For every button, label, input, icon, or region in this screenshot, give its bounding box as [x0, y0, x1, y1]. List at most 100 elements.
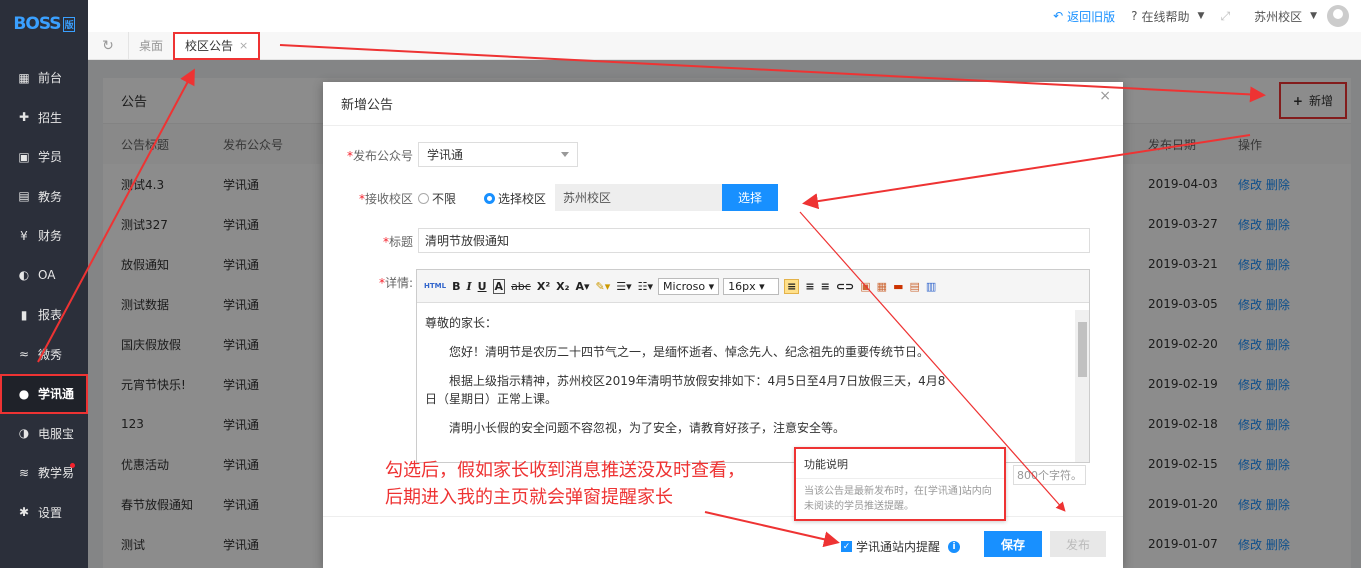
publish-label: 发布	[1065, 537, 1090, 552]
sidebar-item-label: 微秀	[38, 347, 63, 362]
link-icon[interactable]: ⊂⊃	[836, 280, 854, 293]
info-icon[interactable]: i	[948, 540, 961, 553]
close-icon[interactable]: ×	[1099, 88, 1111, 104]
dialog-header: 新增公告 ×	[323, 82, 1123, 126]
italic-icon[interactable]: I	[466, 280, 471, 293]
sidebar-item-label: 财务	[38, 229, 63, 244]
tab-campus-notice[interactable]: 校区公告 ×	[173, 31, 261, 60]
underline-icon[interactable]: U	[478, 280, 487, 293]
logo-text: BOSS	[13, 14, 61, 34]
campus-switcher[interactable]: 苏州校区 ▼	[1254, 8, 1317, 25]
highlight-icon[interactable]: ✎▾	[596, 280, 611, 293]
sidebar-item-label: 招生	[38, 110, 63, 125]
sidebar-item-finance[interactable]: ¥ 财务	[0, 216, 88, 256]
caret-down-icon	[561, 152, 569, 157]
sidebar-item-dianfubao[interactable]: ◑ 电服宝	[0, 414, 88, 454]
dialog-footer: ✓ 学讯通站内提醒 i 保存 发布	[323, 516, 1123, 568]
sidebar-item-weixiu[interactable]: ≈ 微秀	[0, 335, 88, 375]
sidebar-item-label: 前台	[38, 71, 63, 86]
publish-button[interactable]: 发布	[1050, 531, 1106, 557]
image-icon[interactable]: ▣	[860, 280, 870, 293]
superscript-icon[interactable]: X²	[537, 280, 550, 293]
sidebar-item-frontdesk[interactable]: ▦ 前台	[0, 58, 88, 98]
sidebar-nav: ▦ 前台 ✚ 招生 ▣ 学员 ▤ 教务 ¥ 财务 ◐ OA ▮ 报表 ≈ 微秀 ● 学讯通 ◑ 电服…	[0, 58, 88, 532]
toggle-icon: ◐	[18, 268, 30, 283]
save-button[interactable]: 保存	[984, 531, 1042, 557]
online-help-menu[interactable]: ? 在线帮助 ▼	[1131, 8, 1204, 25]
annotation-line: 后期进入我的主页就会弹窗提醒家长	[385, 487, 673, 508]
media-icon[interactable]: ▦	[877, 280, 887, 293]
align-center-icon[interactable]: ≡	[805, 280, 814, 293]
dialog-title: 新增公告	[341, 98, 394, 113]
bold-icon[interactable]: B	[452, 280, 460, 293]
checkbox-label: 学讯通站内提醒	[856, 540, 941, 554]
strikethrough-icon[interactable]: abc	[511, 280, 531, 293]
id-card-icon: ▣	[18, 149, 30, 164]
tab-desktop[interactable]: 桌面	[128, 31, 173, 60]
sidebar-item-label: 学讯通	[38, 387, 75, 402]
account-select[interactable]: 学讯通	[418, 142, 578, 167]
radio-label: 不限	[432, 191, 457, 206]
sidebar-item-label: 教学易	[38, 466, 75, 481]
sidebar-item-students[interactable]: ▣ 学员	[0, 137, 88, 177]
content-paragraph: 您好！清明节是农历二十四节气之一，是缅怀逝者、悼念先人、纪念祖先的重要传统节日。	[449, 345, 930, 359]
video-icon[interactable]: ▬	[893, 280, 903, 293]
editor-scrollbar[interactable]	[1075, 310, 1089, 462]
checkbox-checked-icon: ✓	[841, 541, 852, 552]
sidebar-item-oa[interactable]: ◐ OA	[0, 256, 88, 296]
help-icon: ?	[1131, 9, 1138, 23]
detail-label: *详情:	[378, 276, 413, 290]
radio-circle	[418, 192, 429, 204]
sidebar-item-reports[interactable]: ▮ 报表	[0, 295, 88, 335]
app-logo[interactable]: BOSS 版	[0, 0, 88, 48]
gear-icon: ✱	[18, 505, 30, 520]
sidebar-item-label: 教务	[38, 189, 63, 204]
save-icon[interactable]: ▥	[926, 280, 936, 293]
sidebar-item-xuexuntong[interactable]: ● 学讯通	[0, 374, 88, 414]
html-source-icon[interactable]: HTML	[424, 282, 446, 290]
radio-label: 选择校区	[498, 191, 547, 206]
ordered-list-icon[interactable]: ☰▾	[616, 280, 631, 293]
sidebar-item-settings[interactable]: ✱ 设置	[0, 493, 88, 533]
sidebar-item-academic[interactable]: ▤ 教务	[0, 177, 88, 217]
sidebar-item-label: 学员	[38, 150, 63, 165]
title-input[interactable]: 清明节放假通知	[418, 228, 1090, 253]
bar-chart-icon: ▮	[20, 307, 28, 322]
file-icon[interactable]: ▤	[909, 280, 919, 293]
caret-down-icon: ▼	[1310, 11, 1317, 21]
sidebar-item-enrollment[interactable]: ✚ 招生	[0, 98, 88, 138]
site-reminder-checkbox[interactable]: ✓ 学讯通站内提醒 i	[841, 538, 961, 555]
headset-icon: ◑	[18, 426, 30, 441]
font-border-icon[interactable]: A	[492, 278, 506, 294]
image-icon: ▤	[18, 189, 30, 204]
pin-icon: ●	[18, 386, 30, 401]
tab-label: 桌面	[139, 39, 164, 53]
sidebar: BOSS 版 ▦ 前台 ✚ 招生 ▣ 学员 ▤ 教务 ¥ 财务 ◐ OA ▮ 报表 ≈ 微秀 ● 学…	[0, 0, 88, 568]
title-label: *标题	[382, 235, 413, 249]
radio-unlimited[interactable]: 不限	[418, 190, 456, 207]
title-value: 清明节放假通知	[425, 234, 510, 248]
back-old-version-link[interactable]: ↶ 返回旧版	[1053, 8, 1115, 25]
content-paragraph: 清明小长假的安全问题不容忽视，为了安全，请教育好孩子，注意安全等。	[449, 421, 846, 435]
subscript-icon[interactable]: X₂	[556, 280, 569, 293]
radio-circle-checked	[484, 192, 496, 204]
choose-label: 选择	[737, 191, 762, 205]
align-right-icon[interactable]: ≡	[821, 280, 830, 293]
close-icon[interactable]: ×	[239, 39, 248, 52]
sidebar-item-jiaoxueyi[interactable]: ≋ 教学易	[0, 453, 88, 493]
choose-campus-button[interactable]: 选择	[722, 184, 778, 211]
radio-select-campus[interactable]: 选择校区	[484, 190, 546, 207]
unordered-list-icon[interactable]: ☷▾	[638, 280, 653, 293]
selected-campus-field: 苏州校区	[555, 184, 722, 211]
top-bar: ↶ 返回旧版 ? 在线帮助 ▼ ⤢ 苏州校区 ▼	[88, 0, 1361, 32]
scrollbar-thumb[interactable]	[1078, 322, 1087, 377]
refresh-icon[interactable]: ↻	[88, 38, 128, 54]
align-left-icon[interactable]: ≡	[784, 278, 800, 294]
avatar[interactable]	[1327, 5, 1349, 27]
calendar-icon: ▦	[18, 70, 30, 85]
font-family-select[interactable]: Microso ▾	[658, 277, 720, 295]
font-size-select[interactable]: 16px ▾	[723, 277, 780, 295]
font-color-icon[interactable]: A▾	[575, 280, 589, 293]
fullscreen-button[interactable]: ⤢	[1220, 9, 1230, 24]
editor-content[interactable]: 尊敬的家长： 您好！清明节是农历二十四节气之一，是缅怀逝者、悼念先人、纪念祖先的…	[417, 310, 1075, 462]
